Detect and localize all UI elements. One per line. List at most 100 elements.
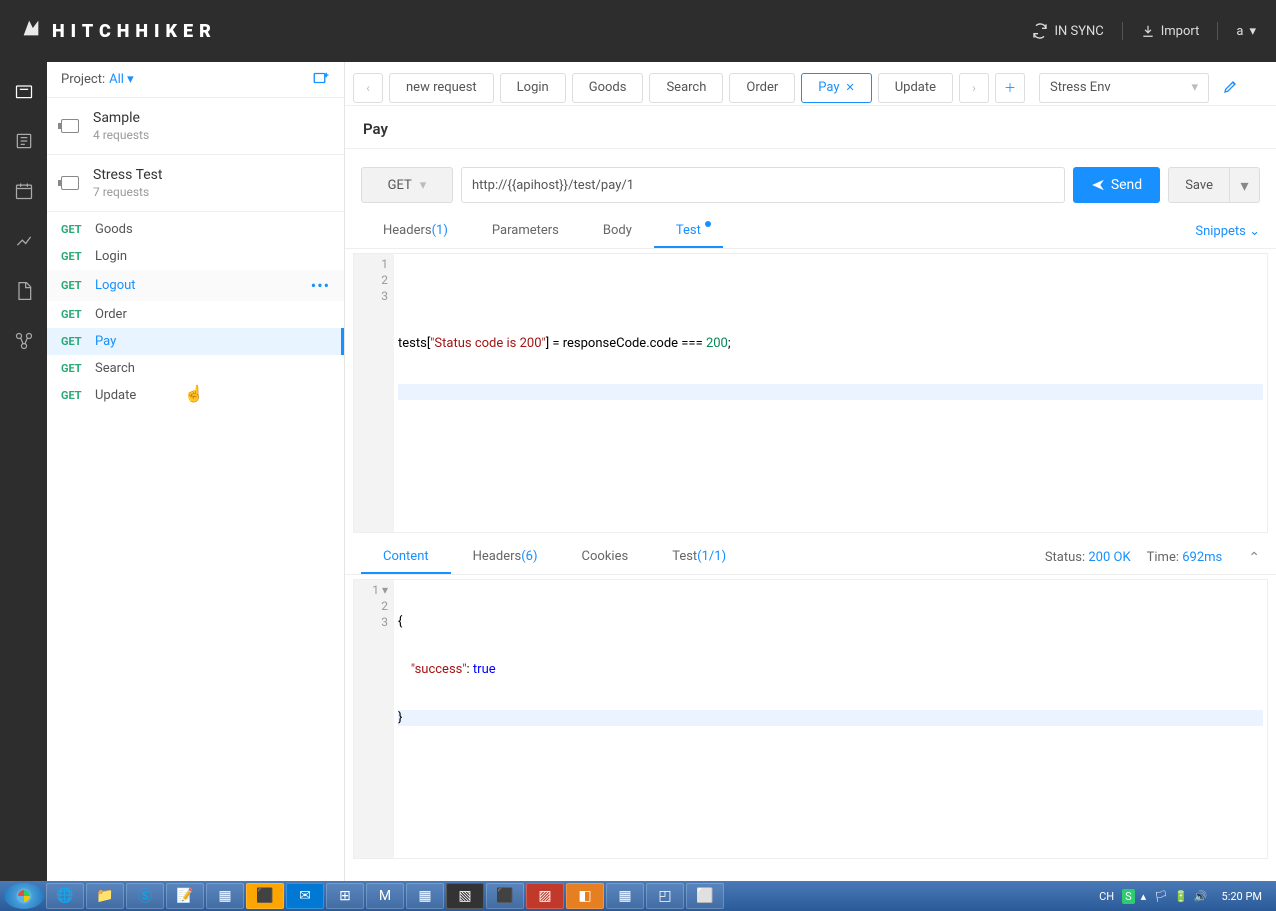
- request-item-search[interactable]: GET Search: [47, 355, 344, 382]
- icon-sidebar: [0, 62, 47, 881]
- main-content: ‹ new request Login Goods Search Order P…: [345, 62, 1276, 881]
- taskbar-app-icon[interactable]: ⬜: [686, 883, 724, 909]
- start-button[interactable]: [4, 883, 44, 909]
- header-actions: IN SYNC Import a ▾: [1032, 22, 1256, 40]
- request-item-logout[interactable]: GET Logout •••: [47, 270, 344, 301]
- collection-count: 7 requests: [93, 185, 163, 199]
- request-list: GET Goods GET Login GET Logout ••• GET O…: [47, 212, 344, 413]
- taskbar-skype-icon[interactable]: Ⓢ: [126, 883, 164, 909]
- taskbar-explorer-icon[interactable]: 📁: [86, 883, 124, 909]
- sub-tab-test[interactable]: Test: [654, 215, 723, 248]
- taskbar-app-icon[interactable]: ▦: [406, 883, 444, 909]
- taskbar-tray-icon[interactable]: S: [1122, 889, 1135, 904]
- taskbar-app-icon[interactable]: ⬛: [246, 883, 284, 909]
- gutter: 1 ▾23: [354, 580, 394, 858]
- nav-api-icon[interactable]: [13, 330, 35, 352]
- taskbar-tray-icon[interactable]: ▴: [1137, 890, 1151, 903]
- taskbar-tray-icon[interactable]: 🏳: [1152, 890, 1170, 903]
- request-name: Logout: [95, 278, 136, 293]
- taskbar-app-icon[interactable]: ⊞: [326, 883, 364, 909]
- code-area[interactable]: { "success": true }: [394, 580, 1267, 858]
- url-input[interactable]: [461, 167, 1065, 203]
- gutter: 123: [354, 254, 394, 532]
- nav-history-icon[interactable]: [13, 130, 35, 152]
- tab-pay[interactable]: Pay✕: [801, 73, 871, 103]
- close-icon[interactable]: ✕: [846, 81, 855, 94]
- user-menu[interactable]: a ▾: [1236, 24, 1256, 39]
- method-select[interactable]: GET ▾: [361, 167, 453, 203]
- taskbar-app-icon[interactable]: ▦: [206, 883, 244, 909]
- taskbar-app-icon[interactable]: ◰: [646, 883, 684, 909]
- taskbar-app-icon[interactable]: ▧: [446, 883, 484, 909]
- collapse-icon[interactable]: ⌃: [1248, 550, 1260, 566]
- app-header: HITCHHIKER IN SYNC Import a ▾: [0, 0, 1276, 62]
- import-button[interactable]: Import: [1141, 24, 1200, 39]
- tab-nav-prev[interactable]: ‹: [353, 73, 383, 103]
- test-editor[interactable]: 123 tests["Status code is 200"] = respon…: [353, 253, 1268, 533]
- chevron-down-icon: ⌄: [1249, 224, 1260, 239]
- tabs-bar: ‹ new request Login Goods Search Order P…: [345, 70, 1276, 106]
- request-item-update[interactable]: GET Update: [47, 382, 344, 409]
- taskbar-tray-icon[interactable]: 🔊: [1192, 890, 1210, 903]
- tab-order[interactable]: Order: [729, 73, 795, 103]
- response-tab-headers[interactable]: Headers(6): [451, 541, 560, 574]
- taskbar-outlook-icon[interactable]: ✉: [286, 883, 324, 909]
- request-item-order[interactable]: GET Order: [47, 301, 344, 328]
- tab-login[interactable]: Login: [500, 73, 566, 103]
- nav-doc-icon[interactable]: [13, 280, 35, 302]
- request-name: Goods: [95, 222, 133, 237]
- nav-collections-icon[interactable]: [13, 80, 35, 102]
- collection-name: Sample: [93, 110, 149, 126]
- edit-env-icon[interactable]: [1223, 78, 1239, 98]
- taskbar-tray-icon[interactable]: 🔋: [1172, 890, 1190, 903]
- tab-search[interactable]: Search: [649, 73, 723, 103]
- tab-nav-next[interactable]: ›: [959, 73, 989, 103]
- request-item-goods[interactable]: GET Goods: [47, 216, 344, 243]
- code-area[interactable]: tests["Status code is 200"] = responseCo…: [394, 254, 1267, 532]
- send-button[interactable]: Send: [1073, 167, 1160, 203]
- snippets-button[interactable]: Snippets ⌄: [1195, 216, 1260, 247]
- response-tab-cookies[interactable]: Cookies: [560, 541, 651, 574]
- collection-sample[interactable]: Sample 4 requests: [47, 98, 344, 155]
- nav-schedule-icon[interactable]: [13, 180, 35, 202]
- response-tab-content[interactable]: Content: [361, 541, 451, 574]
- project-header: Project: All ▾: [47, 62, 344, 98]
- method-badge: GET: [61, 335, 89, 348]
- request-item-login[interactable]: GET Login: [47, 243, 344, 270]
- method-badge: GET: [61, 279, 89, 292]
- more-icon[interactable]: •••: [311, 276, 330, 295]
- collection-name: Stress Test: [93, 167, 163, 183]
- taskbar-chrome-icon[interactable]: 🌐: [46, 883, 84, 909]
- request-name: Login: [95, 249, 127, 264]
- save-button[interactable]: Save: [1168, 167, 1230, 203]
- chevron-down-icon: ▾: [420, 178, 427, 193]
- tab-goods[interactable]: Goods: [572, 73, 644, 103]
- tab-update[interactable]: Update: [878, 73, 953, 103]
- sync-button[interactable]: IN SYNC: [1032, 23, 1103, 39]
- windows-taskbar: 🌐 📁 Ⓢ 📝 ▦ ⬛ ✉ ⊞ M ▦ ▧ ⬛ ▨ ◧ ▦ ◰ ⬜ CH S ▴…: [0, 881, 1276, 911]
- new-collection-icon[interactable]: [312, 69, 330, 91]
- taskbar-app-icon[interactable]: ⬛: [486, 883, 524, 909]
- project-dropdown[interactable]: All ▾: [109, 72, 134, 87]
- folder-icon: [61, 176, 79, 190]
- sub-tab-headers[interactable]: Headers(1): [361, 215, 470, 248]
- nav-stress-icon[interactable]: [13, 230, 35, 252]
- tab-new-request[interactable]: new request: [389, 73, 494, 103]
- response-tab-test[interactable]: Test(1/1): [650, 541, 748, 574]
- collection-stress-test[interactable]: Stress Test 7 requests: [47, 155, 344, 212]
- request-item-pay[interactable]: GET Pay: [47, 328, 344, 355]
- sub-tab-parameters[interactable]: Parameters: [470, 215, 581, 248]
- user-label: a: [1236, 24, 1243, 39]
- add-tab-button[interactable]: ＋: [995, 73, 1025, 103]
- environment-select[interactable]: Stress Env ▾: [1039, 73, 1209, 103]
- taskbar-app-icon[interactable]: ◧: [566, 883, 604, 909]
- save-dropdown[interactable]: ▾: [1230, 167, 1260, 203]
- taskbar-clock[interactable]: 5:20 PM: [1212, 890, 1272, 903]
- taskbar-app-icon[interactable]: M: [366, 883, 404, 909]
- taskbar-notepad-icon[interactable]: 📝: [166, 883, 204, 909]
- response-editor[interactable]: 1 ▾23 { "success": true }: [353, 579, 1268, 859]
- taskbar-lang[interactable]: CH: [1093, 890, 1120, 903]
- taskbar-app-icon[interactable]: ▨: [526, 883, 564, 909]
- taskbar-app-icon[interactable]: ▦: [606, 883, 644, 909]
- sub-tab-body[interactable]: Body: [581, 215, 654, 248]
